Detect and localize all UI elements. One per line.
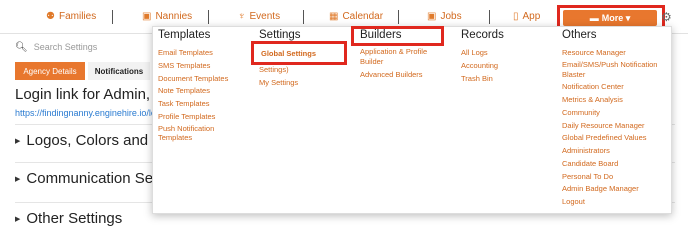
tab-notifications[interactable]: Notifications bbox=[88, 62, 150, 80]
menu-item-global-predefined-values[interactable]: Global Predefined Values bbox=[562, 132, 670, 145]
nav-families-label: Families bbox=[58, 11, 97, 22]
builders-highlight bbox=[351, 26, 444, 46]
menu-item-sms-templates[interactable]: SMS Templates bbox=[158, 60, 250, 73]
menu-col-records: Records All Logs Accounting Trash Bin bbox=[461, 29, 553, 85]
families-icon: ⚉ bbox=[46, 11, 55, 22]
menu-item-community[interactable]: Community bbox=[562, 107, 670, 120]
menu-item-application-profile-builder[interactable]: Application & Profile Builder bbox=[360, 47, 452, 67]
nav-events-label: Events bbox=[249, 11, 281, 22]
search-icon: 🔍︎ bbox=[15, 41, 28, 53]
caret-right-icon: ▶ bbox=[15, 215, 21, 223]
page-title: Login link for Admin, Fa bbox=[15, 86, 155, 103]
mobile-icon: ▯ bbox=[513, 11, 519, 22]
menu-item-task-templates[interactable]: Task Templates bbox=[158, 98, 250, 111]
search-settings[interactable]: 🔍︎ Search Settings bbox=[15, 38, 155, 56]
nav-families[interactable]: ⚉ Families bbox=[46, 11, 96, 22]
nav-app-label: App bbox=[522, 11, 541, 22]
nav-calendar-label: Calendar bbox=[342, 11, 384, 22]
nav-divider bbox=[489, 10, 490, 24]
nav-app[interactable]: ▯ App bbox=[513, 11, 540, 22]
more-label: More ▾ bbox=[601, 12, 631, 23]
menu-item-profile-templates[interactable]: Profile Templates bbox=[158, 111, 250, 124]
section-logos-label: Logos, Colors and For bbox=[26, 132, 154, 149]
menu-item-global-settings[interactable]: Global Settings bbox=[261, 49, 316, 58]
menu-item-settings-partial[interactable]: Settings) bbox=[259, 64, 351, 77]
menu-item-resource-manager[interactable]: Resource Manager bbox=[562, 47, 670, 60]
menu-item-note-templates[interactable]: Note Templates bbox=[158, 85, 250, 98]
menu-heading-records: Records bbox=[461, 29, 504, 41]
trophy-icon: ♆ bbox=[238, 11, 246, 22]
tab-agency-details[interactable]: Agency Details bbox=[15, 62, 85, 80]
menu-item-admin-badge-manager[interactable]: Admin Badge Manager bbox=[562, 183, 670, 196]
nav-divider bbox=[208, 10, 209, 24]
menu-item-my-settings[interactable]: My Settings bbox=[259, 77, 351, 90]
menu-item-all-logs[interactable]: All Logs bbox=[461, 47, 553, 60]
menu-item-document-templates[interactable]: Document Templates bbox=[158, 73, 250, 86]
menu-col-templates: Templates Email Templates SMS Templates … bbox=[158, 29, 250, 145]
calendar-icon: ▦ bbox=[329, 11, 339, 22]
nav-divider bbox=[303, 10, 304, 24]
menu-item-trash-bin[interactable]: Trash Bin bbox=[461, 73, 553, 86]
login-link[interactable]: https://findingnanny.enginehire.io/lo bbox=[15, 108, 155, 118]
menu-item-notification-center[interactable]: Notification Center bbox=[562, 81, 670, 94]
chat-icon: ▬ bbox=[589, 13, 599, 23]
menu-item-personal-todo[interactable]: Personal To Do bbox=[562, 171, 670, 184]
menu-item-email-templates[interactable]: Email Templates bbox=[158, 47, 250, 60]
menu-item-candidate-board[interactable]: Candidate Board bbox=[562, 158, 670, 171]
menu-item-administrators[interactable]: Administrators bbox=[562, 145, 670, 158]
menu-item-logout[interactable]: Logout bbox=[562, 196, 670, 209]
menu-item-advanced-builders[interactable]: Advanced Builders bbox=[360, 69, 452, 82]
section-communication-label: Communication Setti bbox=[26, 170, 155, 187]
briefcase-icon: ▣ bbox=[427, 11, 437, 22]
menu-item-push-notification-templates[interactable]: Push Notification Templates bbox=[158, 124, 250, 144]
caret-right-icon: ▶ bbox=[15, 175, 21, 183]
more-dropdown-menu: Templates Email Templates SMS Templates … bbox=[152, 26, 672, 214]
caret-right-icon: ▶ bbox=[15, 137, 21, 145]
gear-icon[interactable]: ⚙ bbox=[661, 10, 672, 24]
nav-nannies[interactable]: ▣ Nannies bbox=[142, 11, 192, 22]
menu-item-daily-resource-manager[interactable]: Daily Resource Manager bbox=[562, 120, 670, 133]
nav-events[interactable]: ♆ Events bbox=[238, 11, 280, 22]
nav-jobs[interactable]: ▣ Jobs bbox=[427, 11, 462, 22]
menu-col-others: Others Resource Manager Email/SMS/Push N… bbox=[562, 29, 670, 209]
briefcase-icon: ▣ bbox=[142, 11, 152, 22]
menu-heading-settings: Settings bbox=[259, 29, 301, 41]
nav-calendar[interactable]: ▦ Calendar bbox=[329, 11, 383, 22]
menu-item-notification-blaster[interactable]: Email/SMS/Push Notification Blaster bbox=[562, 60, 670, 80]
search-placeholder: Search Settings bbox=[33, 42, 98, 52]
section-other-label: Other Settings bbox=[26, 210, 123, 227]
more-button[interactable]: ▬ More ▾ bbox=[563, 10, 657, 26]
menu-heading-others: Others bbox=[562, 29, 597, 41]
nav-divider bbox=[112, 10, 113, 24]
nav-jobs-label: Jobs bbox=[440, 11, 462, 22]
nav-nannies-label: Nannies bbox=[155, 11, 193, 22]
nav-divider bbox=[398, 10, 399, 24]
global-settings-highlight: Global Settings bbox=[251, 41, 347, 65]
menu-item-accounting[interactable]: Accounting bbox=[461, 60, 553, 73]
menu-heading-templates: Templates bbox=[158, 29, 211, 41]
menu-item-metrics-analysis[interactable]: Metrics & Analysis bbox=[562, 94, 670, 107]
